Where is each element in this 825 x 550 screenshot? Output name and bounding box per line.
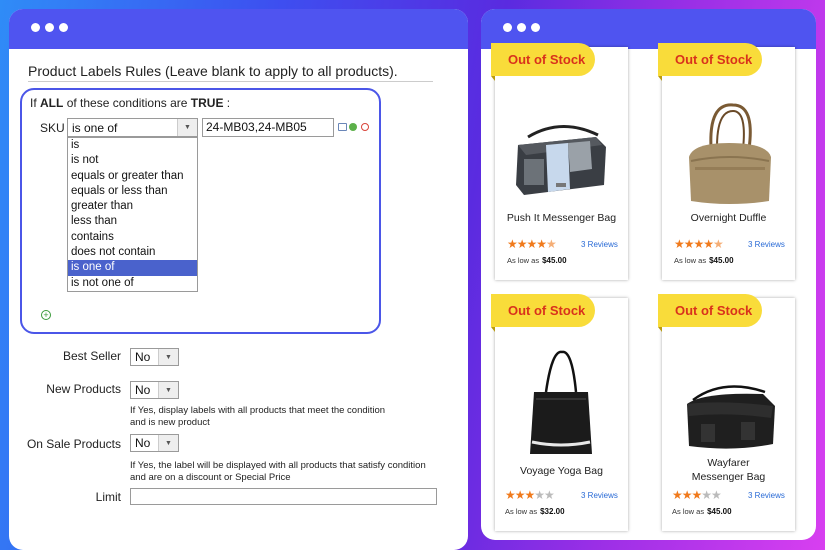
- out-of-stock-badge: Out of Stock: [658, 43, 762, 76]
- aggregator-link[interactable]: ALL: [40, 96, 63, 110]
- reviews-link[interactable]: 3 Reviews: [748, 240, 785, 249]
- best-seller-label: Best Seller: [62, 349, 121, 363]
- messenger-bag-image: [516, 125, 606, 195]
- duffle-bag-image: [689, 103, 771, 204]
- rating-stars: ★★★★★: [674, 237, 724, 251]
- rules-window: Product Labels Rules (Leave blank to app…: [9, 9, 468, 550]
- operator-option[interactable]: is: [68, 138, 197, 153]
- out-of-stock-badge: Out of Stock: [658, 294, 762, 327]
- window-dots-icon: [31, 23, 68, 32]
- yoga-bag-image: [530, 350, 592, 454]
- product-price: As low as $45.00: [672, 507, 732, 516]
- operator-option[interactable]: does not contain: [68, 245, 197, 260]
- operator-select[interactable]: is one of ▼: [67, 118, 198, 137]
- operator-option[interactable]: contains: [68, 230, 197, 245]
- new-products-note: If Yes, display labels with all products…: [130, 405, 386, 428]
- new-products-value: No: [135, 383, 151, 397]
- operator-option[interactable]: less than: [68, 214, 197, 229]
- operator-options-list[interactable]: is is not equals or greater than equals or …: [67, 137, 198, 292]
- rating-stars: ★★★★★: [505, 488, 555, 502]
- best-seller-select[interactable]: No ▼: [130, 348, 179, 366]
- dropdown-arrow-icon[interactable]: ▼: [158, 435, 178, 451]
- out-of-stock-badge: Out of Stock: [491, 43, 595, 76]
- dropdown-arrow-icon[interactable]: ▼: [177, 119, 197, 136]
- sku-value-input[interactable]: 24-MB03,24-MB05: [202, 118, 334, 137]
- dropdown-arrow-icon[interactable]: ▼: [158, 349, 178, 365]
- operator-option[interactable]: is one of: [68, 260, 197, 276]
- calendar-icon[interactable]: [338, 123, 347, 131]
- sku-label: SKU: [40, 121, 65, 135]
- wayfarer-bag-image: [687, 385, 775, 449]
- operator-option[interactable]: equals or greater than: [68, 169, 197, 184]
- new-products-select[interactable]: No ▼: [130, 381, 179, 399]
- window-dots-icon: [503, 23, 540, 32]
- value-link[interactable]: TRUE: [191, 96, 224, 110]
- on-sale-label: On Sale Products: [26, 437, 121, 451]
- operator-selected-value: is one of: [72, 120, 118, 135]
- product-name[interactable]: Wayfarer Messenger Bag: [666, 456, 791, 484]
- product-name[interactable]: Voyage Yoga Bag: [499, 464, 624, 478]
- operator-option[interactable]: is not: [68, 153, 197, 168]
- product-name[interactable]: Push It Messenger Bag: [499, 211, 624, 225]
- rating-stars: ★★★★★: [672, 488, 722, 502]
- product-name[interactable]: Overnight Duffle: [666, 211, 791, 225]
- product-card[interactable]: Out of Stock Voyage Yoga Bag ★★★★★ 3 Rev…: [491, 294, 628, 531]
- reviews-link[interactable]: 3 Reviews: [748, 491, 785, 500]
- on-sale-value: No: [135, 436, 151, 450]
- product-card[interactable]: Out of Stock Push It Messenger Bag ★★★★★…: [491, 43, 628, 280]
- reviews-link[interactable]: 3 Reviews: [581, 491, 618, 500]
- page-title: Product Labels Rules (Leave blank to app…: [28, 63, 398, 79]
- apply-icon[interactable]: [349, 123, 357, 131]
- operator-option[interactable]: greater than: [68, 199, 197, 214]
- new-products-label: New Products: [46, 382, 121, 396]
- best-seller-value: No: [135, 350, 151, 364]
- rating-stars: ★★★★★: [507, 237, 557, 251]
- on-sale-select[interactable]: No ▼: [130, 434, 179, 452]
- on-sale-note: If Yes, the label will be displayed with…: [130, 460, 426, 483]
- operator-option[interactable]: equals or less than: [68, 184, 197, 199]
- product-price: As low as $32.00: [505, 507, 565, 516]
- out-of-stock-badge: Out of Stock: [491, 294, 595, 327]
- conditions-box: If ALL of these conditions are TRUE : SK…: [20, 88, 381, 334]
- title-divider: [28, 81, 433, 82]
- storefront-window: Out of Stock Push It Messenger Bag ★★★★★…: [481, 9, 816, 540]
- product-card[interactable]: Out of Stock Overnight Duffle ★★★★★ 3 Re…: [658, 43, 795, 280]
- remove-icon[interactable]: [361, 123, 369, 131]
- reviews-link[interactable]: 3 Reviews: [581, 240, 618, 249]
- conditions-heading: If ALL of these conditions are TRUE :: [30, 96, 231, 110]
- limit-label: Limit: [95, 490, 121, 504]
- operator-option[interactable]: is not one of: [68, 276, 197, 291]
- add-condition-icon[interactable]: +: [41, 310, 51, 320]
- product-price: As low as $45.00: [674, 256, 734, 265]
- limit-input[interactable]: [130, 488, 437, 505]
- window-titlebar: [9, 9, 468, 49]
- product-card[interactable]: Out of Stock Wayfarer Messenger Bag ★★★★…: [658, 294, 795, 531]
- dropdown-arrow-icon[interactable]: ▼: [158, 382, 178, 398]
- product-price: As low as $45.00: [507, 256, 567, 265]
